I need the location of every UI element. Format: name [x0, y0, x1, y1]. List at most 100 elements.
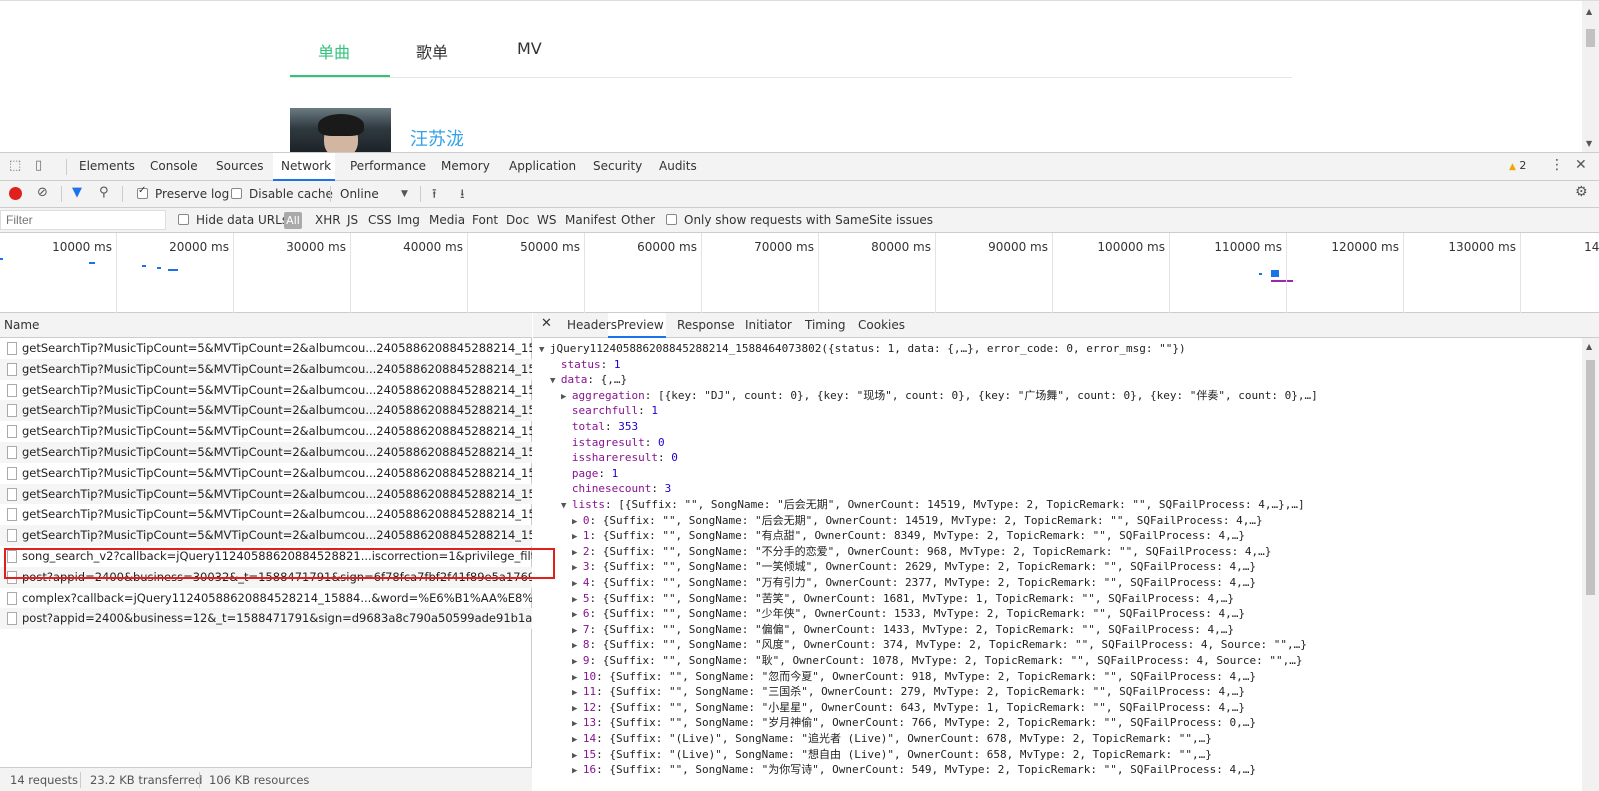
filter-manifest[interactable]: Manifest: [565, 213, 616, 227]
web-tab-songs[interactable]: 单曲: [318, 39, 350, 63]
scroll-thumb[interactable]: [1586, 29, 1595, 47]
json-line[interactable]: ▶ 11: {Suffix: "", SongName: "三国杀", Owne…: [572, 684, 1245, 700]
collapsed-arrow-icon[interactable]: ▶: [572, 766, 583, 776]
request-row[interactable]: getSearchTip?MusicTipCount=5&MVTipCount=…: [0, 504, 532, 525]
search-icon[interactable]: ⚲: [99, 185, 109, 200]
network-overview-timeline[interactable]: 10000 ms 20000 ms 30000 ms 40000 ms 50000 ms…: [0, 233, 1599, 313]
request-row[interactable]: getSearchTip?MusicTipCount=5&MVTipCount=…: [0, 483, 532, 505]
json-line[interactable]: ▶ 15: {Suffix: "(Live)", SongName: "想自由 …: [572, 747, 1212, 763]
tab-preview[interactable]: Preview: [617, 318, 664, 332]
collapsed-arrow-icon[interactable]: ▶: [572, 595, 583, 605]
request-row[interactable]: getSearchTip?MusicTipCount=5&MVTipCount=…: [0, 463, 532, 484]
collapsed-arrow-icon[interactable]: ▶: [572, 517, 583, 527]
collapsed-arrow-icon[interactable]: ▶: [572, 610, 583, 620]
json-line[interactable]: ▶ 2: {Suffix: "", SongName: "不分手的恋爱", Ow…: [572, 544, 1271, 560]
tab-sources[interactable]: Sources: [216, 159, 263, 173]
filter-ws[interactable]: WS: [537, 213, 556, 227]
collapsed-arrow-icon[interactable]: ▶: [572, 548, 583, 558]
warnings-counter[interactable]: ▲ 2: [1509, 159, 1526, 172]
expanded-arrow-icon[interactable]: ▼: [550, 376, 561, 386]
json-line[interactable]: ▶ 6: {Suffix: "", SongName: "少年侠", Owner…: [572, 606, 1245, 622]
json-line[interactable]: ▶ 1: {Suffix: "", SongName: "有点甜", Owner…: [572, 528, 1245, 544]
collapsed-arrow-icon[interactable]: ▶: [572, 626, 583, 636]
disable-cache-checkbox[interactable]: [231, 188, 242, 199]
request-row[interactable]: post?appid=2400&business=12&_t=158847179…: [0, 608, 532, 630]
clear-icon[interactable]: ⊘: [37, 185, 48, 200]
tab-elements[interactable]: Elements: [79, 159, 135, 173]
collapsed-arrow-icon[interactable]: ▶: [572, 641, 583, 651]
collapsed-arrow-icon[interactable]: ▶: [572, 688, 583, 698]
collapsed-arrow-icon[interactable]: ▶: [572, 735, 583, 745]
request-row[interactable]: post?appid=2400&business=30032&_t=158847…: [0, 566, 532, 588]
name-column-header[interactable]: Name: [0, 313, 532, 338]
filter-xhr[interactable]: XHR: [315, 213, 341, 227]
throttling-select[interactable]: Online: [340, 187, 379, 201]
request-row[interactable]: getSearchTip?MusicTipCount=5&MVTipCount=…: [0, 358, 532, 380]
json-line[interactable]: ▶ 0: {Suffix: "", SongName: "后会无期", Owne…: [572, 513, 1263, 529]
tab-network[interactable]: Network: [281, 159, 331, 173]
json-line[interactable]: ▶ 7: {Suffix: "", SongName: "偏偏", OwnerC…: [572, 622, 1234, 638]
filter-js[interactable]: JS: [347, 213, 358, 227]
json-line[interactable]: ▼ jQuery11240588620884528821​4_158846407…: [539, 341, 1186, 357]
filter-media[interactable]: Media: [429, 213, 465, 227]
filter-img[interactable]: Img: [397, 213, 420, 227]
json-line[interactable]: ▶ 13: {Suffix: "", SongName: "岁月神偷", Own…: [572, 715, 1256, 731]
json-line[interactable]: ▶ 16: {Suffix: "", SongName: "为你写诗", Own…: [572, 762, 1256, 778]
preserve-log-checkbox[interactable]: [137, 185, 148, 199]
json-line[interactable]: ▶ 14: {Suffix: "(Live)", SongName: "追光者 …: [572, 731, 1212, 747]
json-line[interactable]: ▼ data: {,…}: [550, 372, 627, 388]
inspect-element-icon[interactable]: ⬚: [9, 158, 21, 173]
json-line[interactable]: ▶ 4: {Suffix: "", SongName: "万有引力", Owne…: [572, 575, 1256, 591]
expanded-arrow-icon[interactable]: ▼: [539, 345, 550, 355]
tab-initiator[interactable]: Initiator: [745, 318, 792, 332]
collapsed-arrow-icon[interactable]: ▶: [572, 563, 583, 573]
filter-other[interactable]: Other: [621, 213, 655, 227]
tab-security[interactable]: Security: [593, 159, 642, 173]
tab-timing[interactable]: Timing: [805, 318, 846, 332]
export-har-icon[interactable]: ⭳: [460, 185, 465, 207]
chevron-down-icon[interactable]: ▼: [401, 189, 408, 199]
tab-memory[interactable]: Memory: [441, 159, 490, 173]
artist-name[interactable]: 汪苏泷: [410, 125, 464, 151]
tab-performance[interactable]: Performance: [350, 159, 426, 173]
request-row[interactable]: getSearchTip?MusicTipCount=5&MVTipCount=…: [0, 338, 532, 359]
more-options-icon[interactable]: ⋮: [1550, 157, 1564, 173]
request-row[interactable]: getSearchTip?MusicTipCount=5&MVTipCount=…: [0, 421, 532, 442]
scroll-thumb[interactable]: [1586, 360, 1595, 595]
filter-doc[interactable]: Doc: [506, 213, 529, 227]
hide-data-urls-checkbox[interactable]: [178, 214, 189, 225]
preview-scrollbar[interactable]: ▲: [1582, 338, 1599, 791]
collapsed-arrow-icon[interactable]: ▶: [572, 673, 583, 683]
web-tab-mv[interactable]: MV: [517, 39, 542, 58]
web-scrollbar[interactable]: ▲ ▼: [1582, 1, 1599, 152]
close-detail-icon[interactable]: ✕: [541, 316, 552, 331]
filter-all-button[interactable]: All: [284, 212, 302, 229]
artist-photo[interactable]: [290, 108, 391, 152]
collapsed-arrow-icon[interactable]: ▶: [572, 532, 583, 542]
json-line[interactable]: ▶ 12: {Suffix: "", SongName: "小星星", Owne…: [572, 700, 1245, 716]
tab-cookies[interactable]: Cookies: [858, 318, 905, 332]
tab-headers[interactable]: Headers: [567, 318, 617, 332]
request-row[interactable]: complex?callback=jQuery11240588620884528…: [0, 588, 532, 609]
device-toolbar-icon[interactable]: ▯: [35, 158, 42, 173]
request-row[interactable]: getSearchTip?MusicTipCount=5&MVTipCount=…: [0, 380, 532, 401]
filter-font[interactable]: Font: [472, 213, 498, 227]
request-row[interactable]: getSearchTip?MusicTipCount=5&MVTipCount=…: [0, 441, 532, 463]
collapsed-arrow-icon[interactable]: ▶: [572, 704, 583, 714]
json-line[interactable]: ▶ 9: {Suffix: "", SongName: "耿", OwnerCo…: [572, 653, 1302, 669]
filter-icon[interactable]: ▼: [72, 185, 82, 200]
request-row[interactable]: song_search_v2?callback=jQuery1124058862…: [0, 546, 532, 567]
samesite-checkbox[interactable]: [666, 214, 677, 225]
json-line[interactable]: ▼ lists: [{Suffix: "", SongName: "后会无期",…: [561, 497, 1305, 513]
collapsed-arrow-icon[interactable]: ▶: [572, 579, 583, 589]
web-tab-playlists[interactable]: 歌单: [416, 39, 448, 63]
json-line[interactable]: ▶ 3: {Suffix: "", SongName: "一笑倾城", Owne…: [572, 559, 1256, 575]
json-line[interactable]: ▶ aggregation: [{key: "DJ", count: 0}, {…: [561, 388, 1318, 404]
scroll-down-icon[interactable]: ▼: [1586, 139, 1592, 148]
filter-input[interactable]: [0, 210, 166, 230]
request-row[interactable]: getSearchTip?MusicTipCount=5&MVTipCount=…: [0, 400, 532, 422]
tab-application[interactable]: Application: [509, 159, 576, 173]
json-line[interactable]: ▶ 5: {Suffix: "", SongName: "苦笑", OwnerC…: [572, 591, 1234, 607]
collapsed-arrow-icon[interactable]: ▶: [561, 392, 572, 402]
filter-css[interactable]: CSS: [368, 213, 392, 227]
